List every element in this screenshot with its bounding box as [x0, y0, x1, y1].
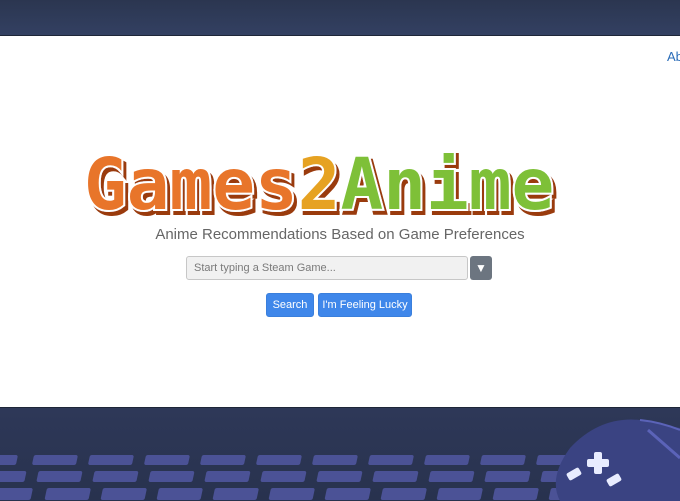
keyboard-icon: [0, 455, 595, 500]
svg-text:Games2Anime: Games2Anime: [84, 153, 554, 217]
page-subtitle: Anime Recommendations Based on Game Pref…: [155, 226, 525, 243]
search-button[interactable]: Search: [266, 293, 314, 317]
feeling-lucky-button[interactable]: I'm Feeling Lucky: [318, 293, 412, 317]
logo-text-games: Games: [84, 153, 298, 217]
about-link[interactable]: About: [667, 49, 680, 64]
dropdown-toggle-button[interactable]: ▼: [470, 256, 492, 280]
top-banner: [0, 0, 680, 36]
footer-banner: [0, 407, 680, 501]
logo-text-2: 2: [298, 153, 341, 217]
caret-down-icon: ▼: [475, 261, 487, 275]
search-input[interactable]: [186, 256, 468, 280]
gamepad-icon: [555, 419, 680, 501]
games2anime-logo: Games2Anime: [84, 153, 556, 217]
logo-text-anime: Anime: [340, 153, 554, 217]
